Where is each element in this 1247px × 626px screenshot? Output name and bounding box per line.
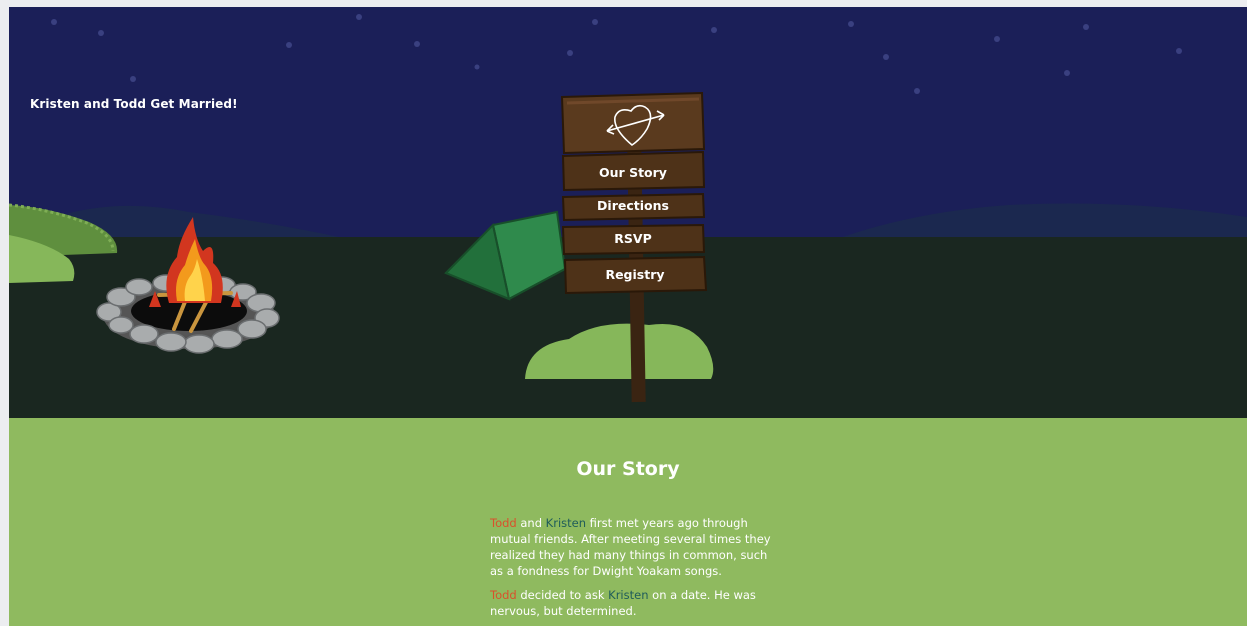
story-heading: Our Story [576, 458, 680, 480]
nav-our-story[interactable]: Our Story [563, 165, 703, 180]
todd-name: Todd [490, 516, 517, 530]
nav-registry[interactable]: Registry [565, 267, 705, 282]
site-title[interactable]: Kristen and Todd Get Married! [30, 97, 238, 111]
our-story-section: Our Story Todd and Kristen first met yea… [9, 418, 1247, 626]
story-text: Todd and Kristen first met years ago thr… [490, 515, 780, 626]
story-paragraph-1: Todd and Kristen first met years ago thr… [490, 516, 771, 578]
todd-name: Todd [490, 588, 517, 602]
campsite-hero: Kristen and Todd Get Married! Our Story … [9, 7, 1247, 418]
story-paragraph-2: Todd decided to ask Kristen on a date. H… [490, 588, 756, 618]
page-viewport: Kristen and Todd Get Married! Our Story … [9, 7, 1247, 626]
kristen-name: Kristen [545, 516, 587, 530]
nav-rsvp[interactable]: RSVP [563, 231, 703, 246]
kristen-name: Kristen [608, 588, 649, 602]
nav-directions[interactable]: Directions [563, 198, 703, 213]
